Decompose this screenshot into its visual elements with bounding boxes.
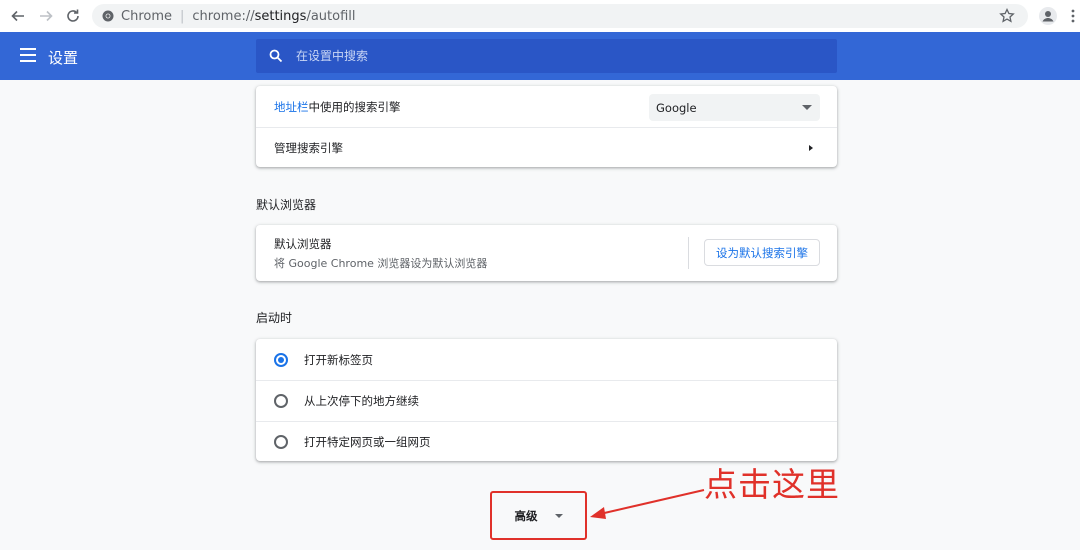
bookmark-star-icon[interactable] [998, 7, 1016, 25]
search-engine-row-label: 中使用的搜索引擎 [308, 99, 401, 114]
radio-unchecked-icon[interactable] [274, 394, 288, 408]
url-path: /autofill [306, 8, 356, 24]
startup-card: 打开新标签页 从上次停下的地方继续 打开特定网页或一组网页 [256, 339, 837, 461]
address-bar-link[interactable]: 地址栏 [274, 99, 309, 115]
arrow-right-icon [40, 10, 53, 22]
startup-option-specific-pages[interactable]: 打开特定网页或一组网页 [256, 421, 837, 461]
default-browser-row: 默认浏览器 将 Google Chrome 浏览器设为默认浏览器 设为默认搜索引… [256, 225, 837, 281]
back-button[interactable] [6, 4, 30, 28]
url-scheme: chrome:// [192, 8, 255, 24]
reload-button[interactable] [61, 4, 85, 28]
manage-search-engines-label: 管理搜索引擎 [274, 140, 343, 155]
search-engine-card: 地址栏 中使用的搜索引擎 Google 管理搜索引擎 [256, 86, 837, 167]
page-title: 设置 [48, 50, 79, 67]
settings-header: 设置 [0, 32, 1080, 80]
reload-icon [67, 9, 79, 22]
advanced-button[interactable]: 高级 [490, 491, 587, 540]
chevron-down-icon [554, 513, 563, 518]
advanced-label: 高级 [514, 508, 538, 523]
address-bar[interactable]: Chrome | chrome://settings/autofill [92, 4, 1028, 28]
url-host: settings [254, 8, 307, 24]
startup-section-title: 启动时 [256, 311, 293, 325]
url-separator: | [180, 8, 185, 24]
site-label: Chrome [121, 8, 172, 24]
manage-search-engines-row[interactable]: 管理搜索引擎 [256, 127, 837, 167]
radio-unchecked-icon[interactable] [274, 434, 288, 449]
annotation-arrow-icon [590, 489, 705, 519]
startup-option-label: 打开新标签页 [304, 352, 373, 367]
search-engine-select[interactable]: Google [649, 94, 820, 121]
address-bar-search-engine-row: 地址栏 中使用的搜索引擎 Google [256, 86, 837, 127]
radio-checked-icon[interactable] [274, 352, 288, 367]
search-engine-selected: Google [656, 100, 697, 115]
more-vert-icon[interactable] [1068, 8, 1078, 24]
settings-search[interactable] [256, 39, 837, 73]
startup-option-continue[interactable]: 从上次停下的地方继续 [256, 380, 837, 421]
forward-button[interactable] [34, 4, 58, 28]
arrow-left-icon [11, 10, 24, 22]
search-icon [269, 49, 283, 63]
chevron-right-icon [809, 145, 813, 151]
divider [688, 237, 689, 269]
default-browser-primary-text: 默认浏览器 [274, 236, 332, 251]
hamburger-menu-icon[interactable] [20, 48, 38, 64]
default-browser-secondary-text: 将 Google Chrome 浏览器设为默认浏览器 [274, 256, 488, 270]
make-default-button[interactable]: 设为默认搜索引擎 [704, 239, 820, 266]
startup-option-label: 打开特定网页或一组网页 [304, 434, 431, 449]
chrome-logo-icon [102, 10, 114, 22]
default-browser-section-title: 默认浏览器 [256, 198, 317, 212]
dropdown-arrow-icon [802, 105, 812, 110]
annotation-text: 点击这里 [704, 466, 840, 503]
search-input[interactable] [296, 49, 796, 63]
startup-option-label: 从上次停下的地方继续 [304, 394, 419, 408]
browser-toolbar: Chrome | chrome://settings/autofill [0, 0, 1080, 32]
profile-avatar-icon[interactable] [1038, 6, 1058, 26]
startup-option-new-tab[interactable]: 打开新标签页 [256, 339, 837, 380]
default-browser-card: 默认浏览器 将 Google Chrome 浏览器设为默认浏览器 设为默认搜索引… [256, 225, 837, 281]
